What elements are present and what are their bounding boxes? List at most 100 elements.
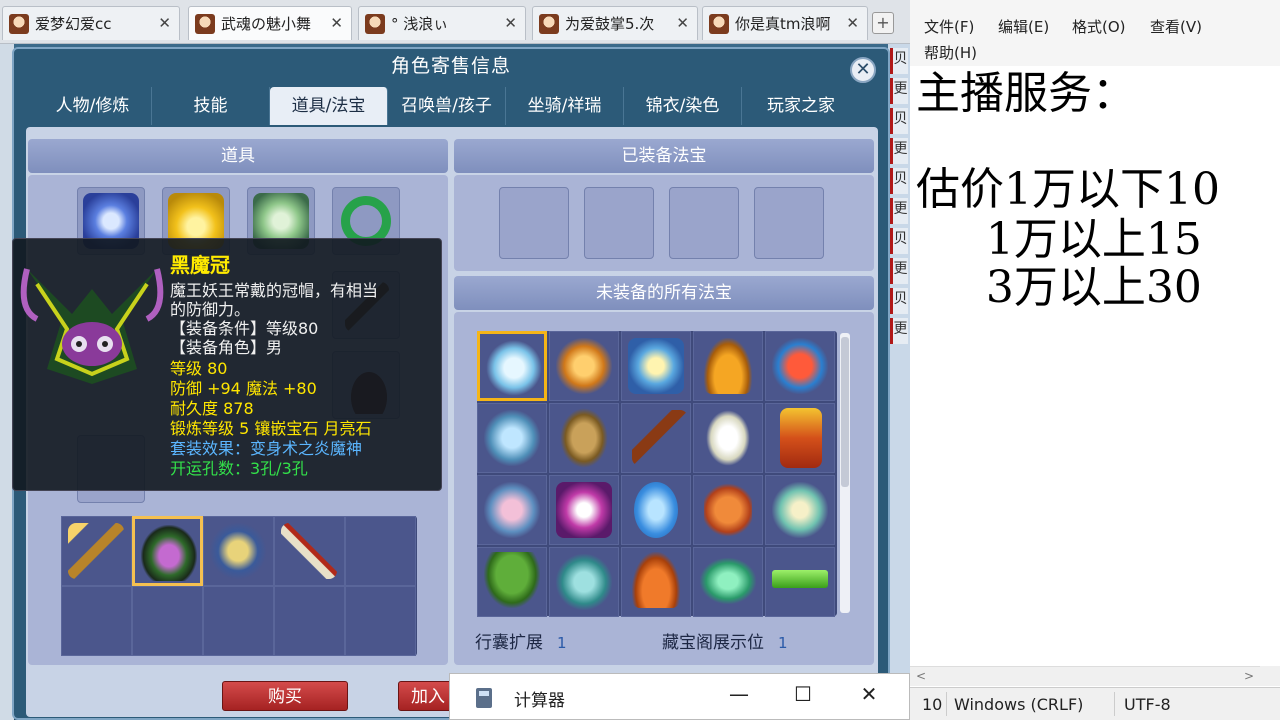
- bell-icon: [632, 552, 680, 608]
- fabao-slot[interactable]: [693, 331, 763, 401]
- scroll-left-icon[interactable]: <: [916, 669, 926, 683]
- tab-home[interactable]: 玩家之家: [742, 87, 860, 125]
- new-tab-button[interactable]: +: [872, 12, 894, 34]
- fabao-slot[interactable]: [549, 547, 619, 617]
- close-icon[interactable]: ✕: [158, 14, 171, 32]
- demon-lantern-icon: [772, 338, 828, 394]
- close-icon[interactable]: ✕: [850, 57, 876, 83]
- equipment-slot[interactable]: [274, 586, 345, 656]
- fabao-slot[interactable]: [621, 331, 691, 401]
- avatar-icon: [709, 13, 729, 34]
- equipment-slot[interactable]: [203, 586, 274, 656]
- side-strip-item[interactable]: 更: [890, 318, 908, 344]
- fabao-slot[interactable]: [621, 403, 691, 473]
- flute-icon: [484, 482, 540, 538]
- close-icon[interactable]: ✕: [330, 14, 343, 32]
- browser-tab-4[interactable]: 为爱鼓掌5.次 ✕: [532, 6, 698, 40]
- demon-crown-icon: [20, 268, 164, 384]
- tab-mounts[interactable]: 坐骑/祥瑞: [506, 87, 624, 125]
- fabao-slot[interactable]: [477, 547, 547, 617]
- menu-help[interactable]: 帮助(H): [924, 42, 977, 63]
- item-holes: 开运孔数：3孔/3孔: [170, 459, 308, 478]
- minimize-icon[interactable]: —: [724, 682, 754, 706]
- equipped-fabao-slot[interactable]: [754, 187, 824, 259]
- equipment-slot[interactable]: [61, 586, 132, 656]
- calculator-window[interactable]: 计算器 — ☐ ✕: [449, 673, 910, 720]
- close-icon[interactable]: ✕: [504, 14, 517, 32]
- menu-edit[interactable]: 编辑(E): [998, 16, 1049, 37]
- fabao-slot[interactable]: [549, 475, 619, 545]
- side-strip-item[interactable]: 贝: [890, 48, 908, 74]
- fabao-scrollbar[interactable]: [840, 333, 850, 613]
- tab-skills[interactable]: 技能: [152, 87, 270, 125]
- fabao-slot[interactable]: [549, 403, 619, 473]
- equipment-slot[interactable]: [345, 586, 416, 656]
- close-icon[interactable]: ✕: [846, 14, 859, 32]
- equipment-slot[interactable]: [274, 516, 345, 586]
- equipped-fabao-slot[interactable]: [499, 187, 569, 259]
- calculator-icon: [476, 688, 492, 708]
- fabao-slot[interactable]: [477, 331, 547, 401]
- notepad-line[interactable]: 1万以上15: [916, 216, 1202, 264]
- fabao-slot[interactable]: [621, 547, 691, 617]
- fabao-slot[interactable]: [765, 331, 835, 401]
- fabao-slot[interactable]: [549, 331, 619, 401]
- close-icon[interactable]: ✕: [854, 682, 884, 706]
- side-strip-item[interactable]: 更: [890, 198, 908, 224]
- notepad-status-bar: 10 Windows (CRLF) UTF-8: [910, 687, 1280, 720]
- equipment-slot[interactable]: [132, 516, 203, 586]
- fabao-slot[interactable]: [693, 547, 763, 617]
- notepad-window: 文件(F) 编辑(E) 格式(O) 查看(V) 帮助(H) 主播服务： 估价1万…: [910, 0, 1280, 720]
- cauldron-icon: [556, 554, 612, 610]
- fabao-slot[interactable]: [477, 475, 547, 545]
- bell-icon: [704, 338, 752, 394]
- wind-fan-icon: [628, 338, 684, 394]
- notepad-line[interactable]: 主播服务：: [916, 70, 1136, 118]
- right-edge-list: 贝 更 贝 更 贝 更 贝 更 贝 更: [888, 44, 910, 720]
- fabao-slot[interactable]: [765, 403, 835, 473]
- side-strip-item[interactable]: 更: [890, 258, 908, 284]
- browser-tab-5[interactable]: 你是真tm浪啊 ✕: [702, 6, 868, 40]
- notepad-line[interactable]: 3万以上30: [916, 264, 1202, 312]
- menu-file[interactable]: 文件(F): [924, 16, 974, 37]
- fabao-slot[interactable]: [765, 547, 835, 617]
- side-strip-item[interactable]: 贝: [890, 108, 908, 134]
- jade-dragon-icon: [700, 558, 756, 604]
- side-strip-item[interactable]: 贝: [890, 228, 908, 254]
- fabao-slot[interactable]: [693, 475, 763, 545]
- tab-character[interactable]: 人物/修炼: [34, 87, 152, 125]
- side-strip-item[interactable]: 贝: [890, 288, 908, 314]
- buy-button[interactable]: 购买: [222, 681, 348, 711]
- horizontal-scrollbar[interactable]: < >: [910, 666, 1260, 686]
- fabao-slot[interactable]: [765, 475, 835, 545]
- equipment-slot[interactable]: [61, 516, 132, 586]
- menu-format[interactable]: 格式(O): [1072, 16, 1126, 37]
- scrollbar-thumb[interactable]: [841, 337, 849, 487]
- scroll-right-icon[interactable]: >: [1244, 669, 1254, 683]
- browser-tab-3[interactable]: ° 浅浪ぃ ✕: [358, 6, 526, 40]
- all-fabao-header: 未装备的所有法宝: [454, 276, 874, 310]
- equipment-slot[interactable]: [132, 586, 203, 656]
- tab-pets[interactable]: 召唤兽/孩子: [388, 87, 506, 125]
- equipped-fabao-slot[interactable]: [669, 187, 739, 259]
- close-icon[interactable]: ✕: [676, 14, 689, 32]
- equipment-slot[interactable]: [203, 516, 274, 586]
- fabao-slot[interactable]: [621, 475, 691, 545]
- gourd-icon: [560, 408, 608, 468]
- side-strip-item[interactable]: 更: [890, 138, 908, 164]
- equipped-fabao-slot[interactable]: [584, 187, 654, 259]
- browser-tab-2[interactable]: 武魂の魅小舞 ✕: [188, 6, 352, 40]
- branch-icon: [632, 410, 688, 466]
- maximize-icon[interactable]: ☐: [788, 682, 818, 706]
- fabao-slot[interactable]: [477, 403, 547, 473]
- tab-items-fabao[interactable]: 道具/法宝: [270, 87, 388, 125]
- fabao-slot[interactable]: [693, 403, 763, 473]
- equipment-slot[interactable]: [345, 516, 416, 586]
- side-strip-item[interactable]: 更: [890, 78, 908, 104]
- menu-view[interactable]: 查看(V): [1150, 16, 1202, 37]
- tab-outfits[interactable]: 锦衣/染色: [624, 87, 742, 125]
- browser-tab-1[interactable]: 爱梦幻爱cc ✕: [2, 6, 180, 40]
- calculator-title: 计算器: [514, 691, 565, 711]
- side-strip-item[interactable]: 贝: [890, 168, 908, 194]
- notepad-line[interactable]: 估价1万以下10: [916, 166, 1220, 214]
